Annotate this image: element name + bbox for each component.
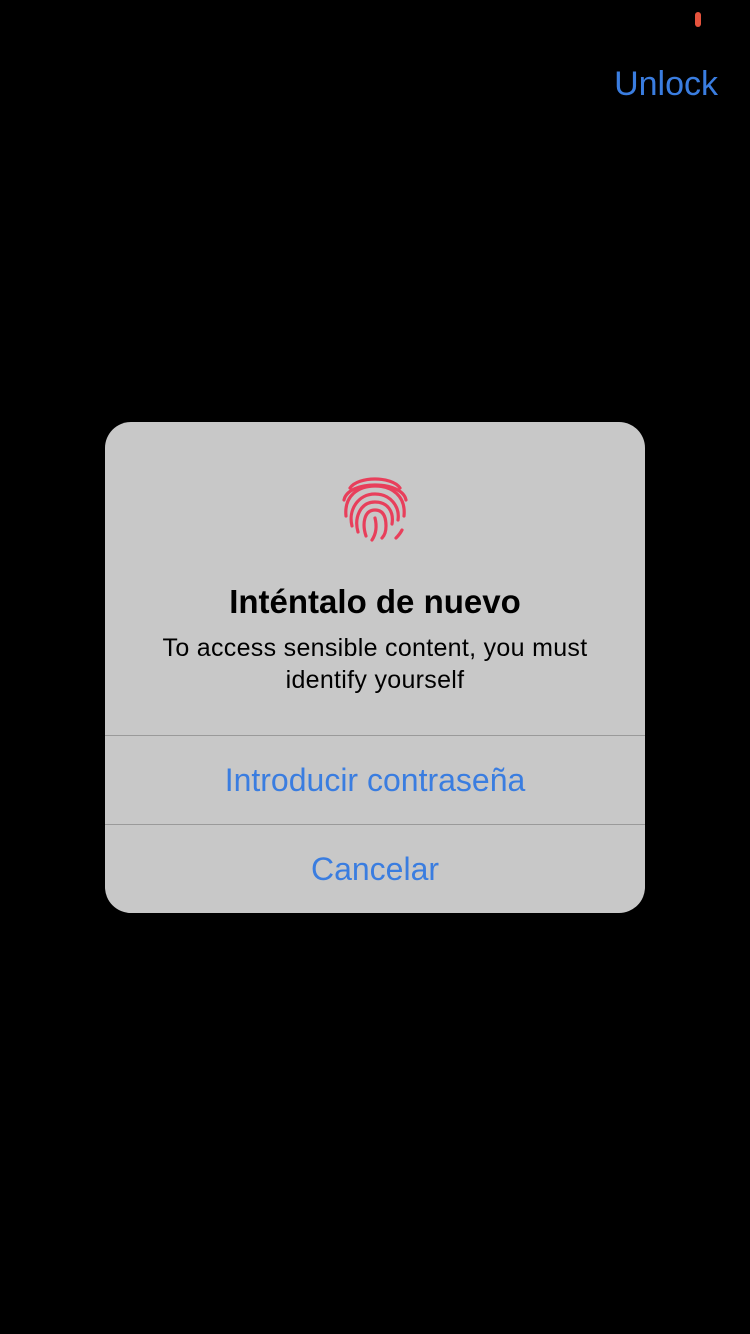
- alert-message: To access sensible content, you must ide…: [162, 634, 588, 694]
- fingerprint-icon: [342, 477, 408, 542]
- alert-body: Inténtalo de nuevo To access sensible co…: [105, 422, 645, 735]
- cancel-button[interactable]: Cancelar: [105, 825, 645, 913]
- enter-password-button[interactable]: Introducir contraseña: [105, 736, 645, 824]
- screen: Unlock Inténtalo de nuevo To access sens…: [0, 0, 750, 1334]
- authentication-alert: Inténtalo de nuevo To access sensible co…: [105, 422, 645, 913]
- alert-title: Inténtalo de nuevo: [229, 583, 521, 620]
- unlock-button[interactable]: Unlock: [614, 62, 718, 106]
- recording-indicator: [695, 12, 701, 27]
